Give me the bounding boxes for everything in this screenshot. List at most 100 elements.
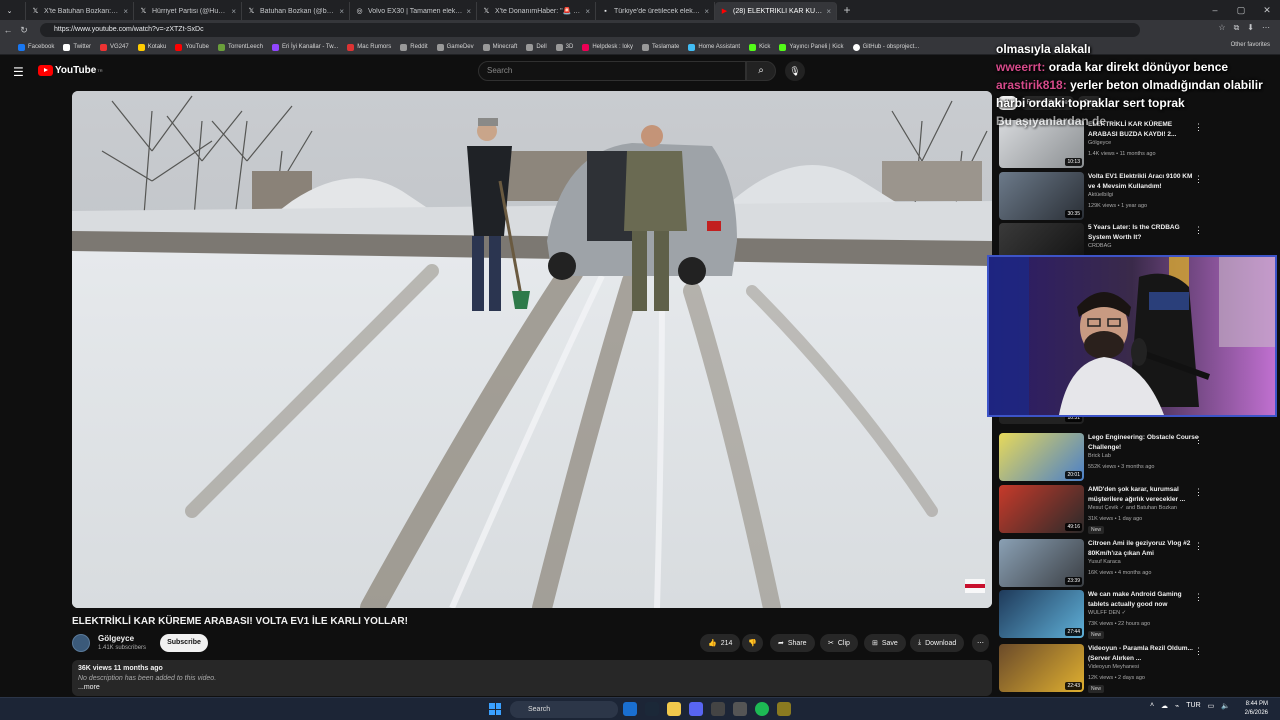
more-vert-icon[interactable]: ⋮ [1194, 225, 1203, 236]
chevron-up-icon[interactable]: ˄ [1150, 702, 1154, 710]
bookmark-reddit[interactable]: Reddit [400, 43, 428, 51]
network-icon[interactable]: ▭ [1208, 702, 1215, 710]
more-vert-icon[interactable]: ⋮ [1194, 541, 1203, 552]
bookmark-facebook[interactable]: Facebook [18, 43, 54, 51]
more-actions-button[interactable]: ⋯ [972, 634, 989, 652]
video-thumbnail: 30:35 [999, 172, 1084, 220]
browser-tab-active[interactable]: ▶(28) ELEKTRİKLİ KAR KÜREME× [715, 2, 837, 20]
maximize-button[interactable]: ▢ [1228, 0, 1254, 20]
channel-avatar[interactable] [72, 634, 90, 652]
recommendation-item[interactable]: 23:39 Citroen Ami ile geziyoruz Vlog #2 … [999, 539, 1209, 587]
volume-icon[interactable]: 🔈 [1221, 702, 1230, 710]
usb-icon[interactable]: ⌁ [1175, 702, 1179, 710]
close-icon[interactable]: × [704, 7, 709, 16]
youtube-play-icon [38, 65, 53, 76]
more-vert-icon[interactable]: ⋮ [1194, 592, 1203, 603]
video-thumbnail: 20:01 [999, 433, 1084, 481]
close-icon[interactable]: × [585, 7, 590, 16]
more-vert-icon[interactable]: ⋮ [1194, 487, 1203, 498]
new-tab-button[interactable]: + [837, 3, 857, 17]
minimize-button[interactable]: – [1202, 0, 1228, 20]
like-button[interactable]: 👍 214 [700, 634, 741, 652]
settings-icon[interactable] [733, 702, 747, 716]
bookmark-kick-panel[interactable]: Yayıncı Paneli | Kick [779, 43, 844, 51]
save-button[interactable]: ⊞ Save [864, 634, 906, 652]
language-indicator[interactable]: TUR [1186, 702, 1200, 710]
search-button[interactable]: ⌕ [746, 61, 776, 81]
voice-search-button[interactable]: 🎙 [785, 61, 805, 81]
refresh-icon[interactable]: ↻ [16, 25, 32, 36]
extensions-icon[interactable]: ⧉ [1234, 23, 1240, 33]
bookmark-macrumors[interactable]: Mac Rumors [347, 43, 391, 51]
file-explorer-icon[interactable] [667, 702, 681, 716]
browser-tab[interactable]: 𝕏Batuhan Bozkan (@batubozkan) /× [242, 2, 350, 20]
dislike-button[interactable]: 👎 [742, 634, 763, 652]
star-icon[interactable]: ☆ [1218, 23, 1225, 33]
youtube-logo[interactable]: YouTube TR [38, 65, 103, 76]
bookmark-home-assistant[interactable]: Home Assistant [688, 43, 740, 51]
video-player[interactable] [72, 91, 992, 608]
browser-tab[interactable]: ◎Volvo EX30 | Tamamen elektrikli k× [350, 2, 477, 20]
taskbar-search[interactable]: Search [510, 701, 618, 718]
recommendation-item[interactable]: 20:01 Lego Engineering: Obstacle Course … [999, 433, 1209, 481]
obs-icon[interactable] [711, 702, 725, 716]
close-window-button[interactable]: ✕ [1254, 0, 1280, 20]
browser-tab[interactable]: 𝕏X'te DonanımHaber: "🚨 Yurtdışı× [477, 2, 596, 20]
discord-icon[interactable] [689, 702, 703, 716]
show-more-link[interactable]: ...more [78, 684, 986, 691]
recommendation-item[interactable]: 30:35 Volta EV1 Elektrikli Aracı 9100 KM… [999, 172, 1209, 220]
kick-icon [779, 43, 787, 51]
app-icon[interactable] [777, 702, 791, 716]
bookmark-dell[interactable]: Dell [526, 43, 547, 51]
recommendation-item[interactable]: 27:44 We can make Android Gaming tablets… [999, 590, 1209, 639]
bookmark-youtube[interactable]: YouTube [175, 43, 209, 51]
windows-start-icon[interactable] [489, 703, 501, 715]
video-thumbnail: 22:43 [999, 644, 1084, 692]
taskbar-clock[interactable]: 8:44 PM 2/6/2026 [1245, 700, 1268, 718]
subscribe-button[interactable]: Subscribe [160, 634, 208, 652]
recommendation-item[interactable]: 49:16 AMD'den şok karar, kurumsal müşter… [999, 485, 1209, 534]
clip-button[interactable]: ✂ Clip [820, 634, 858, 652]
hamburger-menu-icon[interactable]: ☰ [13, 65, 24, 79]
close-icon[interactable]: × [123, 7, 128, 16]
close-icon[interactable]: × [339, 7, 344, 16]
bookmark-teslamate[interactable]: Teslamate [642, 43, 679, 51]
bookmark-kotaku[interactable]: Kotaku [137, 43, 166, 51]
share-button[interactable]: ➦ Share [770, 634, 815, 652]
channel-name[interactable]: Gölgeyce [98, 634, 134, 643]
close-icon[interactable]: × [466, 7, 471, 16]
close-icon[interactable]: × [231, 7, 236, 16]
browser-tab[interactable]: ▪Türkiye'de üretilecek elektrikli Hy× [596, 2, 715, 20]
bookmark-twitter[interactable]: Twitter [63, 43, 91, 51]
back-arrow-icon[interactable]: ← [0, 25, 16, 35]
bookmark-github[interactable]: GitHub - obsproject... [852, 43, 919, 51]
download-button[interactable]: ⤓ Download [910, 634, 965, 652]
bookmark-vg247[interactable]: VG247 [100, 43, 129, 51]
browser-tab[interactable]: 𝕏Hürriyet Partisi (@HurriyetPartiliTr× [134, 2, 242, 20]
bookmark-kick[interactable]: Kick [749, 43, 770, 51]
tab-list-button[interactable]: ⌄ [0, 2, 26, 20]
spotify-icon[interactable] [755, 702, 769, 716]
bookmark-twitch[interactable]: Eri İyi Kanallar - Tw... [272, 43, 338, 51]
address-bar-row: ← ↻ https://www.youtube.com/watch?v=-zXT… [0, 20, 1280, 40]
cloud-icon[interactable]: ☁ [1161, 702, 1168, 710]
more-vert-icon[interactable]: ⋮ [1194, 435, 1203, 446]
browser-tab[interactable]: 𝕏X'te Batuhan Bozkan: "Paypal, Ap× [26, 2, 134, 20]
steam-icon[interactable] [645, 702, 659, 716]
bookmark-torrentleech[interactable]: TorrentLeech [217, 43, 263, 51]
more-vert-icon[interactable]: ⋮ [1194, 646, 1203, 657]
more-vert-icon[interactable]: ⋮ [1194, 174, 1203, 185]
webcam-frame [989, 257, 1275, 415]
bookmark-minecraft[interactable]: Minecraft [482, 43, 517, 51]
bookmark-helpdesk[interactable]: Helpdesk : loky [582, 43, 633, 51]
description-box[interactable]: 36K views 11 months ago No description h… [72, 660, 992, 696]
settings-menu-icon[interactable]: ⋯ [1262, 23, 1270, 33]
bookmark-3d[interactable]: 3D [555, 43, 573, 51]
edge-icon[interactable] [623, 702, 637, 716]
url-field[interactable]: https://www.youtube.com/watch?v=-zXTZt-S… [40, 23, 1140, 37]
search-input[interactable]: Search [478, 61, 746, 81]
recommendation-item[interactable]: 22:43 Videoyun - Paramla Rezil Oldum... … [999, 644, 1209, 693]
download-icon[interactable]: ⬇ [1247, 23, 1254, 33]
close-icon[interactable]: × [826, 7, 831, 16]
bookmark-gamedev[interactable]: GameDev [436, 43, 474, 51]
